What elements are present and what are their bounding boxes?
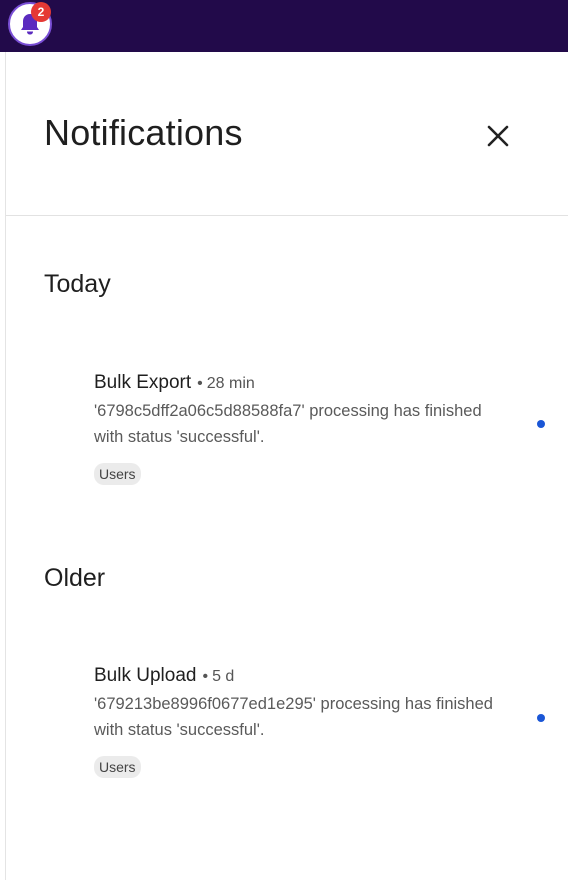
unread-indicator (537, 714, 545, 722)
close-button[interactable] (480, 118, 516, 154)
notification-title-line: Bulk Export • 28 min (94, 370, 494, 397)
section-heading-older: Older (44, 564, 106, 592)
panel-header: Notifications (6, 52, 568, 216)
notification-time: 28 min (206, 375, 255, 392)
tag-chip: Users (94, 756, 141, 778)
section-heading-today: Today (44, 270, 111, 298)
top-bar: 2 (0, 0, 568, 52)
unread-indicator (537, 420, 545, 428)
notification-time: 5 d (212, 668, 235, 685)
tag-chip: Users (94, 463, 141, 485)
notification-item[interactable]: Bulk Upload • 5 d '679213be8996f0677ed1e29… (94, 663, 494, 778)
panel-title: Notifications (44, 112, 243, 153)
separator: • (202, 668, 209, 685)
notification-count-badge: 2 (31, 2, 51, 22)
notification-body: '6798c5dff2a06c5d88588fa7' processing ha… (94, 402, 482, 446)
notification-body: '679213be8996f0677ed1e295' processing ha… (94, 695, 493, 739)
notification-title-line: Bulk Upload • 5 d (94, 663, 494, 690)
notification-title: Bulk Upload (94, 665, 197, 686)
notification-item[interactable]: Bulk Export • 28 min '6798c5dff2a06c5d8858… (94, 370, 494, 485)
notification-title: Bulk Export (94, 372, 192, 393)
notifications-button[interactable]: 2 (8, 2, 52, 46)
separator: • (197, 375, 203, 392)
notifications-panel: Notifications Today Bulk Export • 28 min '… (5, 52, 568, 880)
close-icon (487, 125, 509, 147)
